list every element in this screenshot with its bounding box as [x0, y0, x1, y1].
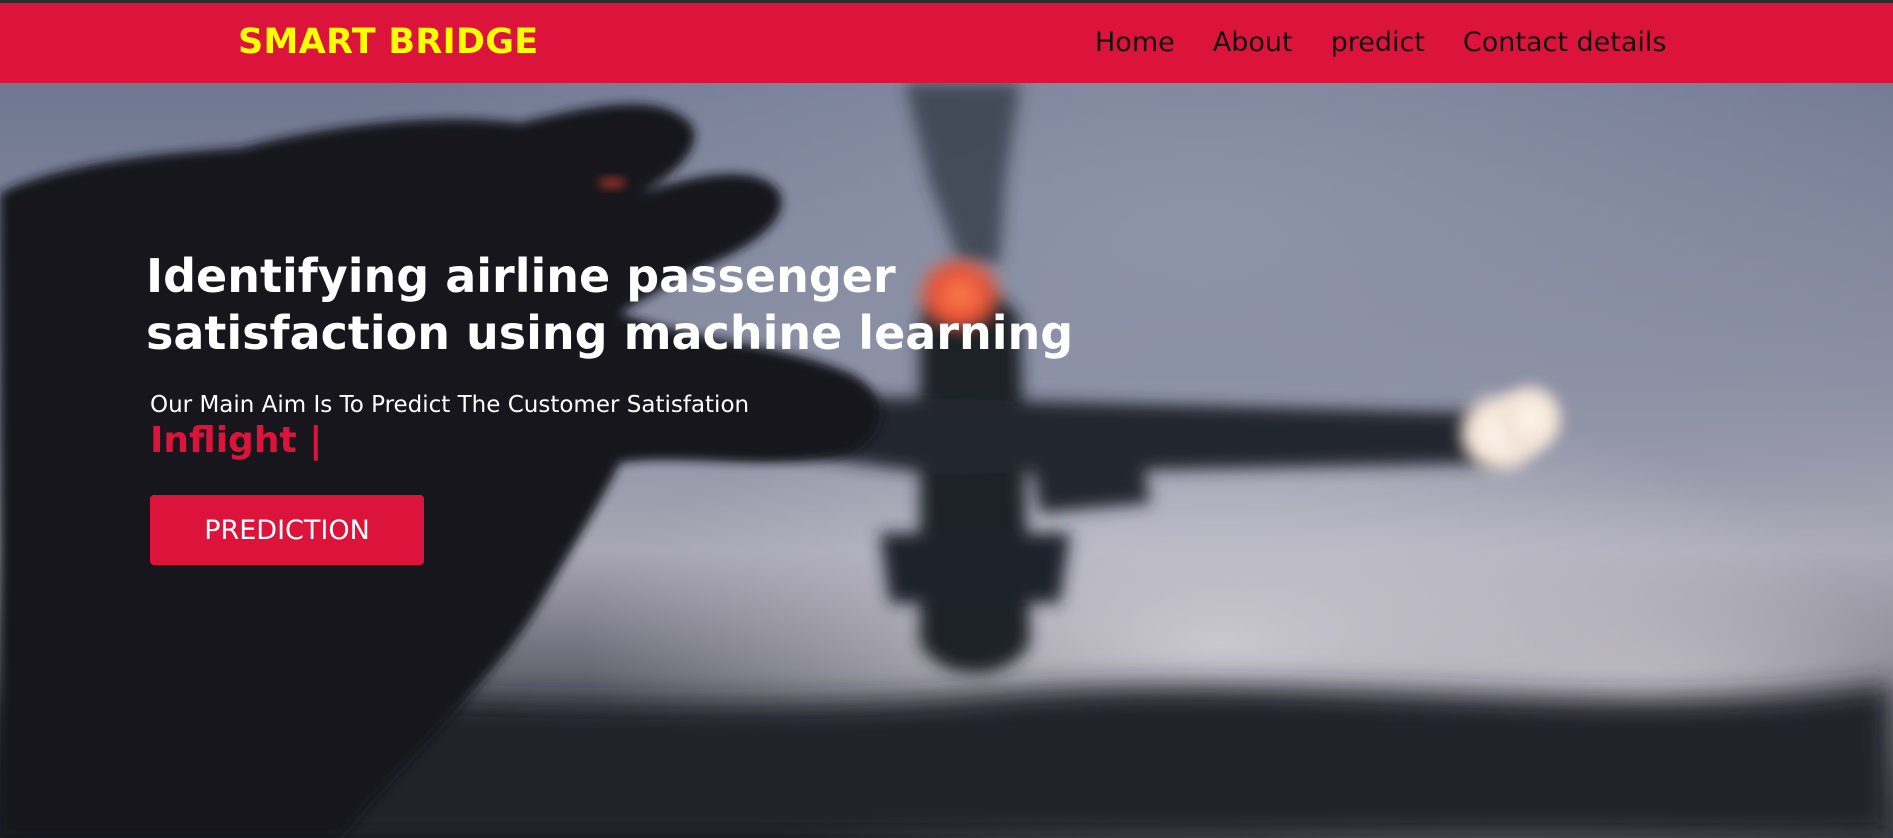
nav-link-contact-details[interactable]: Contact details: [1463, 27, 1667, 58]
prediction-button[interactable]: PREDICTION: [150, 495, 424, 565]
nav-links: Home About predict Contact details: [1095, 27, 1667, 58]
top-navbar: SMART BRIDGE Home About predict Contact …: [0, 0, 1893, 83]
typing-text: Inflight |: [150, 420, 323, 461]
fingertip-glint: [598, 178, 626, 188]
hero-title: Identifying airline passenger satisfacti…: [146, 249, 1074, 360]
white-light-right: [1492, 379, 1568, 459]
hero-subtitle: Our Main Aim Is To Predict The Customer …: [150, 392, 750, 418]
nav-link-about[interactable]: About: [1213, 27, 1293, 58]
nav-link-predict[interactable]: predict: [1331, 27, 1425, 58]
nav-link-home[interactable]: Home: [1095, 27, 1175, 58]
brand-logo-text[interactable]: SMART BRIDGE: [238, 22, 539, 62]
